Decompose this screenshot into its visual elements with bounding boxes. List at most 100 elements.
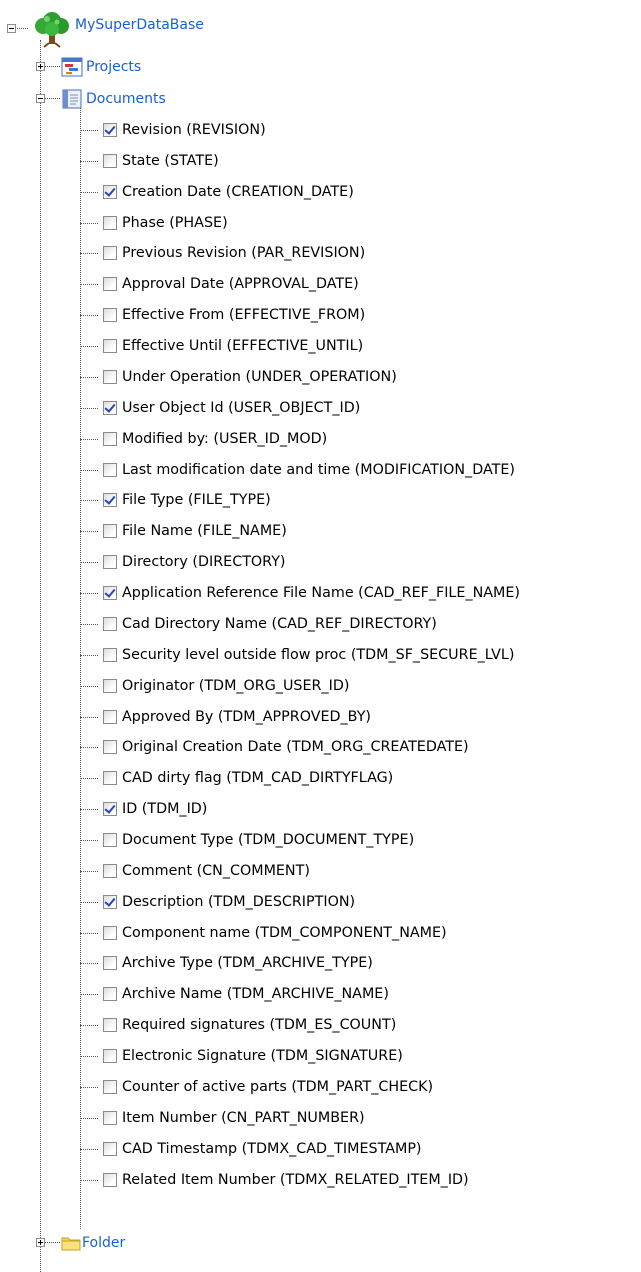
field-label: Creation Date (CREATION_DATE): [122, 184, 354, 200]
field-label: Under Operation (UNDER_OPERATION): [122, 369, 397, 385]
field-checkbox[interactable]: [103, 123, 117, 137]
field-connector: [80, 253, 98, 254]
field-item: Archive Type (TDM_ARCHIVE_TYPE): [103, 952, 373, 974]
field-connector: [80, 778, 98, 779]
field-connector: [80, 500, 98, 501]
field-label: Required signatures (TDM_ES_COUNT): [122, 1017, 397, 1033]
field-item: File Name (FILE_NAME): [103, 520, 287, 542]
field-connector: [80, 408, 98, 409]
field-checkbox[interactable]: [103, 246, 117, 260]
field-label: Item Number (CN_PART_NUMBER): [122, 1110, 365, 1126]
field-connector: [80, 192, 98, 193]
field-item: Under Operation (UNDER_OPERATION): [103, 366, 397, 388]
field-item: Related Item Number (TDMX_RELATED_ITEM_I…: [103, 1169, 469, 1191]
field-checkbox[interactable]: [103, 154, 117, 168]
field-item: Component name (TDM_COMPONENT_NAME): [103, 922, 447, 944]
field-checkbox[interactable]: [103, 277, 117, 291]
field-item: Cad Directory Name (CAD_REF_DIRECTORY): [103, 613, 437, 635]
field-item: CAD Timestamp (TDMX_CAD_TIMESTAMP): [103, 1138, 422, 1160]
root-connector: [17, 28, 28, 29]
field-item: Revision (REVISION): [103, 119, 266, 141]
folder-node-label[interactable]: Folder: [82, 1235, 125, 1251]
field-checkbox[interactable]: [103, 216, 117, 230]
field-checkbox[interactable]: [103, 926, 117, 940]
field-checkbox[interactable]: [103, 524, 117, 538]
field-label: User Object Id (USER_OBJECT_ID): [122, 400, 361, 416]
field-connector: [80, 1025, 98, 1026]
root-collapse-toggle[interactable]: [7, 24, 16, 33]
root-node-label[interactable]: MySuperDataBase: [75, 17, 204, 33]
field-checkbox[interactable]: [103, 1173, 117, 1187]
field-item: Previous Revision (PAR_REVISION): [103, 242, 365, 264]
field-checkbox[interactable]: [103, 833, 117, 847]
field-label: State (STATE): [122, 153, 219, 169]
field-checkbox[interactable]: [103, 555, 117, 569]
field-label: Archive Name (TDM_ARCHIVE_NAME): [122, 986, 389, 1002]
field-connector: [80, 809, 98, 810]
field-item: Application Reference File Name (CAD_REF…: [103, 582, 520, 604]
field-connector: [80, 593, 98, 594]
documents-collapse-toggle[interactable]: [36, 94, 45, 103]
field-connector: [80, 1118, 98, 1119]
field-label: Last modification date and time (MODIFIC…: [122, 462, 515, 478]
field-checkbox[interactable]: [103, 895, 117, 909]
field-connector: [80, 284, 98, 285]
field-connector: [80, 994, 98, 995]
field-checkbox[interactable]: [103, 987, 117, 1001]
field-checkbox[interactable]: [103, 401, 117, 415]
field-checkbox[interactable]: [103, 1049, 117, 1063]
field-checkbox[interactable]: [103, 370, 117, 384]
field-checkbox[interactable]: [103, 864, 117, 878]
field-connector: [80, 130, 98, 131]
field-label: Component name (TDM_COMPONENT_NAME): [122, 925, 447, 941]
field-checkbox[interactable]: [103, 1111, 117, 1125]
folder-expand-toggle[interactable]: [36, 1238, 45, 1247]
field-label: Application Reference File Name (CAD_REF…: [122, 585, 521, 601]
field-checkbox[interactable]: [103, 185, 117, 199]
field-item: Effective From (EFFECTIVE_FROM): [103, 304, 365, 326]
documents-node-label[interactable]: Documents: [86, 91, 166, 107]
field-item: Required signatures (TDM_ES_COUNT): [103, 1014, 396, 1036]
field-connector: [80, 161, 98, 162]
field-checkbox[interactable]: [103, 617, 117, 631]
field-checkbox[interactable]: [103, 1142, 117, 1156]
field-item: Comment (CN_COMMENT): [103, 860, 310, 882]
field-checkbox[interactable]: [103, 679, 117, 693]
field-checkbox[interactable]: [103, 771, 117, 785]
field-label: Approval Date (APPROVAL_DATE): [122, 276, 359, 292]
field-checkbox[interactable]: [103, 432, 117, 446]
projects-node-label[interactable]: Projects: [86, 59, 141, 75]
field-item: Description (TDM_DESCRIPTION): [103, 891, 355, 913]
field-item: Approved By (TDM_APPROVED_BY): [103, 706, 371, 728]
field-checkbox[interactable]: [103, 339, 117, 353]
field-item: Electronic Signature (TDM_SIGNATURE): [103, 1045, 403, 1067]
field-label: File Type (FILE_TYPE): [122, 492, 271, 508]
field-connector: [80, 1180, 98, 1181]
field-checkbox[interactable]: [103, 740, 117, 754]
field-connector: [80, 439, 98, 440]
field-item: CAD dirty flag (TDM_CAD_DIRTYFLAG): [103, 767, 393, 789]
documents-node[interactable]: Documents: [61, 88, 166, 110]
field-label: Electronic Signature (TDM_SIGNATURE): [122, 1048, 403, 1064]
field-label: Effective From (EFFECTIVE_FROM): [122, 307, 366, 323]
field-connector: [80, 840, 98, 841]
field-checkbox[interactable]: [103, 308, 117, 322]
field-checkbox[interactable]: [103, 463, 117, 477]
field-checkbox[interactable]: [103, 710, 117, 724]
projects-expand-toggle[interactable]: [36, 62, 45, 71]
root-node[interactable]: MySuperDataBase: [30, 10, 204, 48]
projects-node[interactable]: Projects: [61, 56, 141, 78]
field-checkbox[interactable]: [103, 648, 117, 662]
field-checkbox[interactable]: [103, 1018, 117, 1032]
field-connector: [80, 655, 98, 656]
field-checkbox[interactable]: [103, 956, 117, 970]
field-connector: [80, 223, 98, 224]
field-checkbox[interactable]: [103, 1080, 117, 1094]
field-item: User Object Id (USER_OBJECT_ID): [103, 397, 360, 419]
field-checkbox[interactable]: [103, 586, 117, 600]
folder-node[interactable]: Folder: [61, 1232, 125, 1254]
field-item: Security level outside flow proc (TDM_SF…: [103, 644, 514, 666]
field-connector: [80, 315, 98, 316]
field-checkbox[interactable]: [103, 802, 117, 816]
field-checkbox[interactable]: [103, 493, 117, 507]
